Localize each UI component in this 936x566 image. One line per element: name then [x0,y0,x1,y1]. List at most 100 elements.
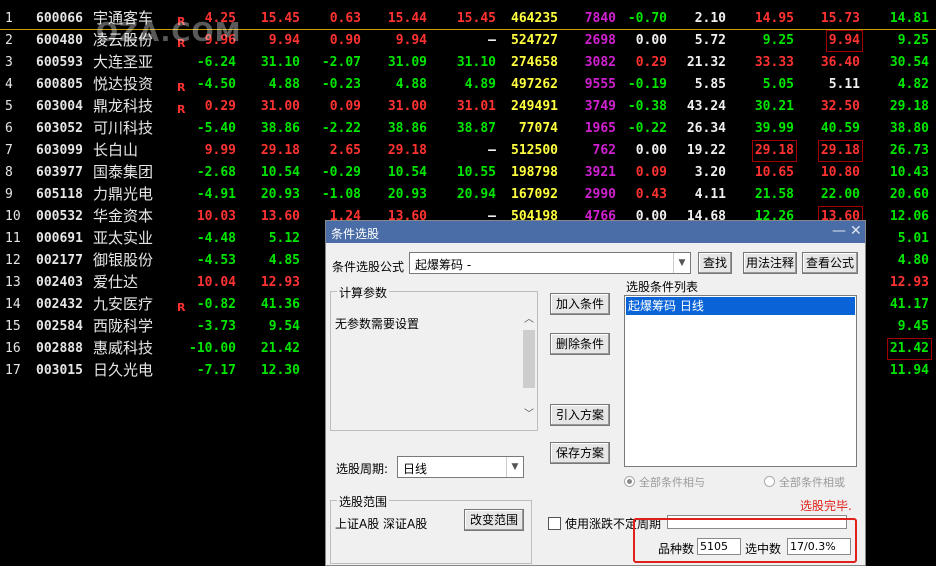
stock-code: 002584 [36,319,83,334]
period-select[interactable]: 日线 ▼ [397,456,524,478]
cell-value: 33.33 [754,55,794,70]
table-row[interactable]: 5 603004 鼎龙科技 R 0.29 31.00 0.09 31.00 31.01 24949… [0,96,936,118]
cell-value: -0.23 [321,77,361,92]
stock-name: 力鼎光电 [93,185,154,203]
cell-value: 0.29 [204,99,236,114]
cell-value: 0.63 [329,11,361,26]
cell-value: 2.65 [329,143,361,158]
cell-value: 29.18 [817,140,864,162]
stock-name: 华金资本 [93,207,154,225]
minimize-icon[interactable]: — [832,223,846,239]
stock-code: 002403 [36,275,83,290]
import-plan-button[interactable]: 引入方案 [550,404,610,426]
cell-value: -0.38 [627,99,667,114]
change-range-button[interactable]: 改变范围 [464,509,524,531]
usage-notes-button[interactable]: 用法注释 [743,252,797,274]
cell-value: 0.00 [635,143,667,158]
formula-select-value: 起爆筹码 - [415,258,472,272]
cell-value: 15.45 [260,11,300,26]
chevron-down-icon[interactable]: ﹀ [521,405,537,420]
row-index: 8 [5,165,13,180]
table-row[interactable]: 8 603977 国泰集团 -2.68 10.54 -0.29 10.54 10.55 1987… [0,162,936,184]
cell-value: 10.54 [387,165,427,180]
use-change-checkbox[interactable] [548,517,561,530]
dialog-titlebar[interactable]: 条件选股 — ✕ [326,221,865,243]
cell-value: 38.87 [456,121,496,136]
cell-value: 20.93 [387,187,427,202]
condition-list-item[interactable]: 起爆筹码 日线 [626,297,855,315]
delete-condition-button[interactable]: 删除条件 [550,333,610,355]
table-row[interactable]: 9 605118 力鼎光电 -4.91 20.93 -1.08 20.93 20.94 1670… [0,184,936,206]
cell-value: 29.18 [751,140,798,162]
cell-value: 21.32 [686,55,726,70]
radio-all-and[interactable]: 全部条件相与 [624,474,705,490]
cell-value: -0.29 [321,165,361,180]
stock-code: 600805 [36,77,83,92]
table-row[interactable]: 4 600805 悦达投资 R -4.50 4.88 -0.23 4.88 4.89 497262… [0,74,936,96]
cell-value: 36.40 [820,55,860,70]
chevron-up-icon[interactable]: ︿ [521,310,537,325]
cell-value: 0.09 [329,99,361,114]
cell-value: 524727 [511,33,558,48]
close-icon[interactable]: ✕ [850,223,862,239]
cell-value: 4.89 [464,77,496,92]
period-select-value: 日线 [403,462,428,476]
stock-code: 002177 [36,253,83,268]
cell-value: 4.82 [897,77,929,92]
row-index: 13 [5,275,21,290]
scroll-thumb[interactable] [523,330,535,388]
row-index: 4 [5,77,13,92]
cell-value: 15.44 [387,11,427,26]
params-scrollbar[interactable]: ︿ ﹀ [521,308,537,424]
formula-label: 条件选股公式 [332,260,405,274]
formula-select[interactable]: 起爆筹码 - ▼ [409,252,691,274]
cell-value: 3921 [584,165,616,180]
cell-value: 2990 [584,187,616,202]
cell-value: 11.94 [889,363,929,378]
stock-name: 可川科技 [93,119,154,137]
row-index: 12 [5,253,21,268]
cell-value: -0.70 [627,11,667,26]
row-index: 14 [5,297,21,312]
stock-name: 爱仕达 [93,273,139,291]
add-condition-button[interactable]: 加入条件 [550,293,610,315]
row-index: 11 [5,231,21,246]
cell-value: 4.88 [268,77,300,92]
table-row[interactable]: 7 603099 长白山 9.99 29.18 2.65 29.18 — 512500 762 0.… [0,140,936,162]
cell-value: 5.72 [694,33,726,48]
stock-code: 600066 [36,11,83,26]
stock-code: 000532 [36,209,83,224]
margin-flag: R [177,103,186,116]
row-index: 7 [5,143,13,158]
cell-value: 249491 [511,99,558,114]
view-formula-button[interactable]: 查看公式 [802,252,858,274]
cell-value: 29.18 [889,99,929,114]
radio-all-or[interactable]: 全部条件相或 [764,474,845,490]
save-plan-button[interactable]: 保存方案 [550,442,610,464]
cell-value: 20.60 [889,187,929,202]
cell-value: 40.59 [820,121,860,136]
cell-value: -4.53 [196,253,236,268]
stock-code: 600593 [36,55,83,70]
cell-value: 464235 [511,11,558,26]
cell-value: -0.82 [196,297,236,312]
row-index: 2 [5,33,13,48]
cell-value: 9.94 [395,33,427,48]
params-group: 计算参数 无参数需要设置 ︿ ﹀ [330,284,538,431]
table-row[interactable]: 3 600593 大连圣亚 -6.24 31.10 -2.07 31.09 31.10 2746… [0,52,936,74]
cell-value: 30.21 [754,99,794,114]
cell-value: 5.85 [694,77,726,92]
chevron-down-icon[interactable]: ▼ [673,253,690,273]
margin-flag: R [177,81,186,94]
condition-list[interactable]: 起爆筹码 日线 [624,295,857,467]
chevron-down-icon[interactable]: ▼ [506,457,523,477]
cell-value: -0.19 [627,77,667,92]
find-button[interactable]: 查找 [698,252,732,274]
cell-value: 3749 [584,99,616,114]
cell-value: 9.25 [762,33,794,48]
table-row[interactable]: 6 603052 可川科技 -5.40 38.86 -2.22 38.86 38.87 7707… [0,118,936,140]
dialog-title: 条件选股 [331,227,380,241]
cell-value: 10.55 [456,165,496,180]
cell-value: 497262 [511,77,558,92]
cell-value: 77074 [518,121,558,136]
